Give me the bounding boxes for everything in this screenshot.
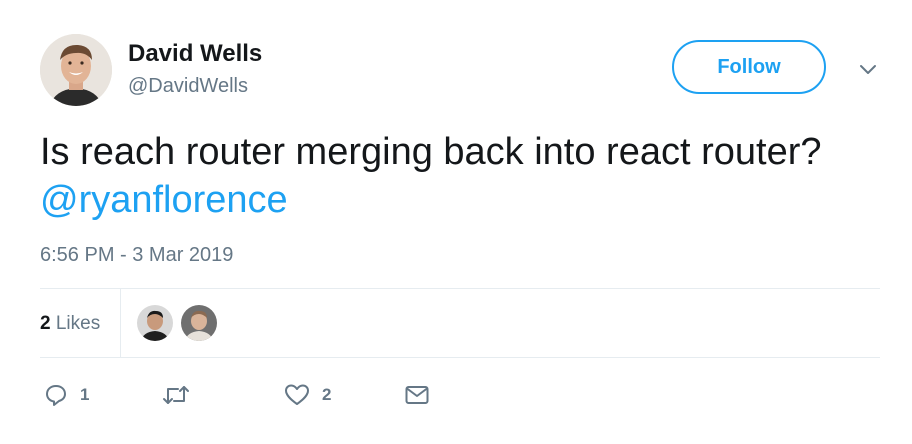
- author-handle[interactable]: @DavidWells: [128, 75, 248, 98]
- heart-icon: [285, 384, 309, 405]
- chevron-down-icon[interactable]: [856, 60, 880, 80]
- tweet-text: Is reach router merging back into react …: [40, 128, 860, 224]
- reply-count: 1: [80, 385, 90, 404]
- like-count: 2: [322, 385, 332, 404]
- author-avatar[interactable]: [40, 34, 112, 106]
- tweet-stats: 2 Likes: [40, 289, 880, 357]
- follow-button[interactable]: Follow: [672, 40, 826, 94]
- liker-avatar[interactable]: [181, 305, 217, 341]
- reply-button[interactable]: 1: [44, 378, 89, 412]
- divider: [40, 357, 880, 358]
- likes-label: Likes: [50, 313, 101, 334]
- like-button[interactable]: 2: [284, 378, 331, 412]
- envelope-icon: [405, 386, 429, 404]
- avatar-photo-icon: [40, 34, 112, 106]
- retweet-button[interactable]: [162, 378, 190, 412]
- liker-avatar[interactable]: [137, 305, 173, 341]
- reply-icon: [46, 385, 66, 406]
- tweet-body: Is reach router merging back into react …: [40, 131, 822, 173]
- direct-message-button[interactable]: [404, 378, 430, 412]
- author-name[interactable]: David Wells: [128, 40, 262, 68]
- stats-separator: [120, 289, 121, 357]
- likes-stat[interactable]: 2 Likes: [40, 313, 100, 335]
- tweet-timestamp[interactable]: 6:56 PM - 3 Mar 2019: [40, 244, 233, 267]
- likes-count: 2: [40, 313, 51, 334]
- retweet-icon: [163, 386, 189, 404]
- tweet-card: David Wells @DavidWells Follow Is reach …: [0, 0, 912, 444]
- mention-link[interactable]: @ryanflorence: [40, 179, 288, 221]
